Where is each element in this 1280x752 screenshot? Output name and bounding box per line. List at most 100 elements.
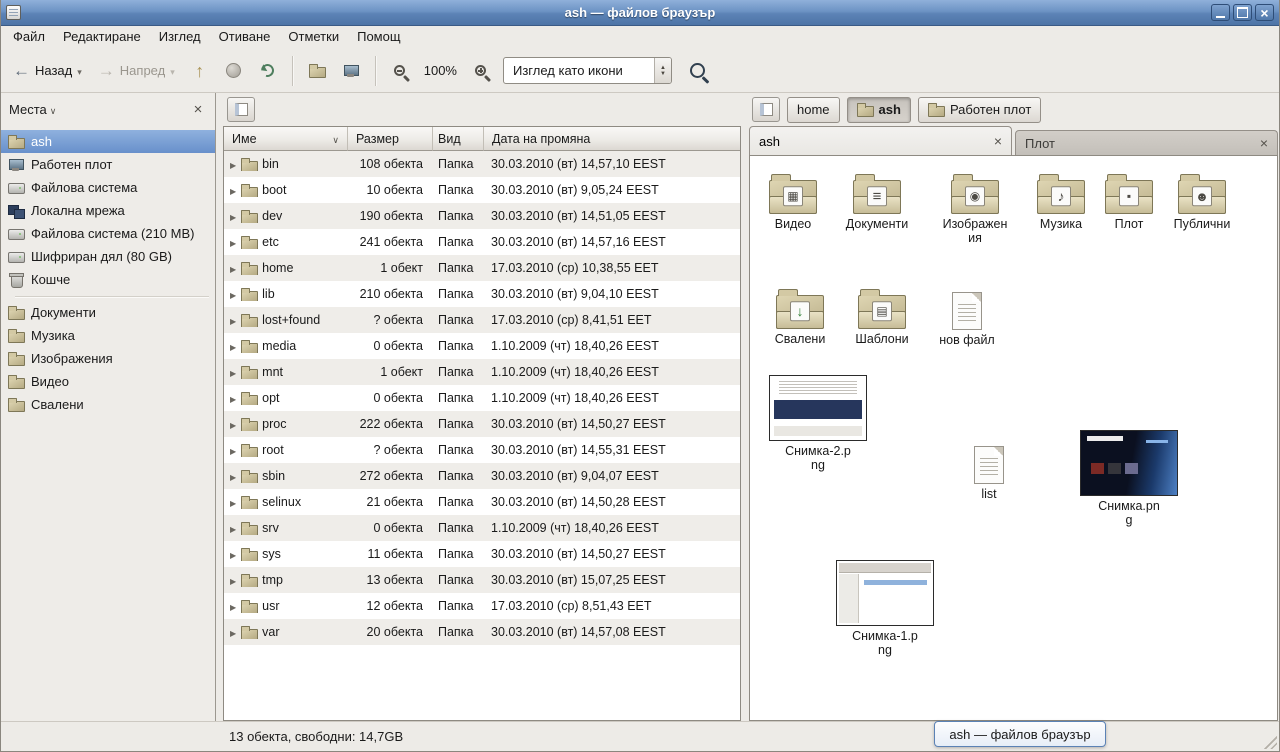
sidebar-item[interactable]: Файлова система bbox=[1, 176, 215, 199]
table-row[interactable]: srv 0 обекта Папка 1.10.2009 (чт) 18,40,… bbox=[224, 515, 740, 541]
sidebar-item[interactable]: Свалени bbox=[1, 393, 215, 416]
menu-item[interactable]: Отиване bbox=[210, 26, 280, 49]
icon-view-item[interactable]: Шаблони bbox=[844, 285, 920, 346]
table-row[interactable]: proc 222 обекта Папка 30.03.2010 (вт) 14… bbox=[224, 411, 740, 437]
table-row[interactable]: mnt 1 обект Папка 1.10.2009 (чт) 18,40,2… bbox=[224, 359, 740, 385]
icon-view-item[interactable]: Музика bbox=[1023, 170, 1099, 231]
table-row[interactable]: boot 10 обекта Папка 30.03.2010 (вт) 9,0… bbox=[224, 177, 740, 203]
expander-icon[interactable] bbox=[230, 521, 236, 535]
tab[interactable]: Плот bbox=[1015, 130, 1278, 155]
sidebar-item[interactable]: Шифриран дял (80 GB) bbox=[1, 245, 215, 268]
table-row[interactable]: home 1 обект Папка 17.03.2010 (ср) 10,38… bbox=[224, 255, 740, 281]
icon-view-item[interactable]: Снимка-2.png bbox=[766, 375, 870, 473]
tab-close-icon[interactable] bbox=[1260, 136, 1268, 151]
menu-item[interactable]: Отметки bbox=[279, 26, 348, 49]
expander-icon[interactable] bbox=[230, 469, 236, 483]
table-row[interactable]: opt 0 обекта Папка 1.10.2009 (чт) 18,40,… bbox=[224, 385, 740, 411]
menu-item[interactable]: Помощ bbox=[348, 26, 409, 49]
icon-view-item[interactable]: Плот bbox=[1091, 170, 1167, 231]
icon-view-item[interactable]: Изображения bbox=[937, 170, 1013, 246]
zoom-out-button[interactable] bbox=[384, 55, 416, 87]
sidebar-item[interactable]: Локална мрежа bbox=[1, 199, 215, 222]
table-row[interactable]: etc 241 обекта Папка 30.03.2010 (вт) 14,… bbox=[224, 229, 740, 255]
computer-button[interactable] bbox=[335, 55, 367, 87]
table-row[interactable]: dev 190 обекта Папка 30.03.2010 (вт) 14,… bbox=[224, 203, 740, 229]
pathbar-button[interactable]: ash bbox=[847, 97, 911, 123]
expander-icon[interactable] bbox=[230, 313, 236, 327]
expander-icon[interactable] bbox=[230, 625, 236, 639]
sidebar-item[interactable] bbox=[1, 291, 215, 301]
sidebar-item[interactable]: Музика bbox=[1, 324, 215, 347]
sidebar-item[interactable]: Видео bbox=[1, 370, 215, 393]
expander-icon[interactable] bbox=[230, 573, 236, 587]
table-row[interactable]: sbin 272 обекта Папка 30.03.2010 (вт) 9,… bbox=[224, 463, 740, 489]
expander-icon[interactable] bbox=[230, 391, 236, 405]
expander-icon[interactable] bbox=[230, 417, 236, 431]
expander-icon[interactable] bbox=[230, 261, 236, 275]
up-button[interactable] bbox=[184, 55, 216, 87]
sidebar-selector-chevron-icon[interactable] bbox=[50, 103, 57, 117]
back-button[interactable]: Назад bbox=[6, 55, 89, 87]
sidebar-item[interactable]: Работен плот bbox=[1, 153, 215, 176]
back-history-chevron-icon[interactable] bbox=[77, 63, 82, 78]
table-row[interactable]: var 20 обекта Папка 30.03.2010 (вт) 14,5… bbox=[224, 619, 740, 645]
table-row[interactable]: root ? обекта Папка 30.03.2010 (вт) 14,5… bbox=[224, 437, 740, 463]
expander-icon[interactable] bbox=[230, 157, 236, 171]
icon-view-item[interactable]: Публични bbox=[1164, 170, 1240, 231]
zoom-in-button[interactable] bbox=[465, 55, 497, 87]
expander-icon[interactable] bbox=[230, 547, 236, 561]
table-row[interactable]: tmp 13 обекта Папка 30.03.2010 (вт) 15,0… bbox=[224, 567, 740, 593]
table-row[interactable]: bin 108 обекта Папка 30.03.2010 (вт) 14,… bbox=[224, 151, 740, 177]
stop-button[interactable] bbox=[218, 55, 250, 87]
forward-button[interactable]: Напред bbox=[91, 55, 182, 87]
reload-button[interactable] bbox=[252, 55, 284, 87]
menu-item[interactable]: Редактиране bbox=[54, 26, 150, 49]
sidebar-item[interactable]: Документи bbox=[1, 301, 215, 324]
resize-grip[interactable] bbox=[1262, 734, 1277, 749]
sidebar-title[interactable]: Места bbox=[9, 102, 47, 117]
close-button[interactable] bbox=[1255, 4, 1274, 21]
pane-splitter[interactable] bbox=[216, 93, 223, 721]
icon-view-item[interactable]: Документи bbox=[839, 170, 915, 231]
table-row[interactable]: media 0 обекта Папка 1.10.2009 (чт) 18,4… bbox=[224, 333, 740, 359]
table-row[interactable]: selinux 21 обекта Папка 30.03.2010 (вт) … bbox=[224, 489, 740, 515]
view-mode-spinner[interactable] bbox=[654, 58, 671, 83]
tab-close-icon[interactable] bbox=[994, 134, 1002, 149]
expander-icon[interactable] bbox=[230, 495, 236, 509]
table-row[interactable]: lost+found ? обекта Папка 17.03.2010 (ср… bbox=[224, 307, 740, 333]
minimize-button[interactable] bbox=[1211, 4, 1230, 21]
search-button[interactable] bbox=[682, 55, 714, 87]
home-button[interactable] bbox=[301, 55, 333, 87]
sidebar-item[interactable]: Изображения bbox=[1, 347, 215, 370]
sidebar-item[interactable]: ash bbox=[1, 130, 215, 153]
window-list-tooltip[interactable]: ash — файлов браузър bbox=[934, 721, 1106, 747]
maximize-button[interactable] bbox=[1233, 4, 1252, 21]
pathbar-button[interactable]: Работен плот bbox=[918, 97, 1041, 123]
icon-view[interactable]: Видео Документи Изображения bbox=[749, 155, 1278, 721]
icon-view-item[interactable]: Видео bbox=[755, 170, 831, 231]
expander-icon[interactable] bbox=[230, 183, 236, 197]
icon-view-item[interactable]: list bbox=[951, 441, 1027, 501]
icon-view-item[interactable]: Снимка.png bbox=[1077, 430, 1181, 528]
tab[interactable]: ash bbox=[749, 126, 1012, 155]
icon-view-item[interactable]: Свалени bbox=[762, 285, 838, 346]
table-row[interactable]: lib 210 обекта Папка 30.03.2010 (вт) 9,0… bbox=[224, 281, 740, 307]
expander-icon[interactable] bbox=[230, 235, 236, 249]
table-row[interactable]: sys 11 обекта Папка 30.03.2010 (вт) 14,5… bbox=[224, 541, 740, 567]
expander-icon[interactable] bbox=[230, 365, 236, 379]
sidebar-close-icon[interactable] bbox=[189, 101, 207, 119]
menu-item[interactable]: Файл bbox=[4, 26, 54, 49]
column-header-type[interactable]: Вид bbox=[433, 127, 484, 151]
expander-icon[interactable] bbox=[230, 339, 236, 353]
column-header-size[interactable]: Размер bbox=[348, 127, 433, 151]
icon-view-item[interactable]: нов файл bbox=[929, 287, 1005, 347]
expander-icon[interactable] bbox=[230, 443, 236, 457]
sidebar-item[interactable]: Файлова система (210 MB) bbox=[1, 222, 215, 245]
icon-view-item[interactable]: Снимка-1.png bbox=[833, 560, 937, 658]
titlebar[interactable]: ash — файлов браузър bbox=[1, 0, 1279, 26]
pane-location-button[interactable] bbox=[227, 97, 255, 122]
menu-item[interactable]: Изглед bbox=[150, 26, 210, 49]
pane-location-button[interactable] bbox=[752, 97, 780, 122]
column-header-name[interactable]: Име bbox=[224, 127, 348, 151]
column-header-date[interactable]: Дата на промяна bbox=[484, 127, 740, 151]
